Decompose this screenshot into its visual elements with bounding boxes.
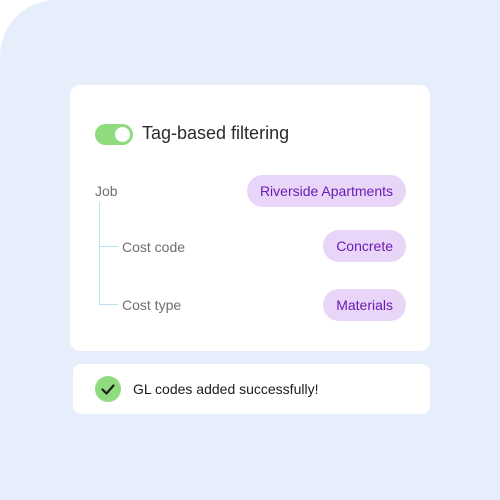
toggle-knob xyxy=(115,127,130,142)
job-tag[interactable]: Riverside Apartments xyxy=(246,175,406,207)
check-mark-icon xyxy=(101,384,115,395)
check-circle-icon xyxy=(95,376,121,402)
tree-connector-cost-code xyxy=(99,246,118,247)
cost-code-tag[interactable]: Concrete xyxy=(323,230,406,262)
tag-filter-card: Tag-based filtering Job Riverside Apartm… xyxy=(70,85,430,351)
tree-connector-cost-type xyxy=(99,304,118,305)
tree-connector-vertical xyxy=(99,202,100,304)
tag-filter-toggle[interactable] xyxy=(95,124,133,145)
toast-message: GL codes added successfully! xyxy=(133,381,319,397)
background-canvas: Tag-based filtering Job Riverside Apartm… xyxy=(0,0,500,500)
card-title: Tag-based filtering xyxy=(142,123,290,143)
cost-code-label: Cost code xyxy=(122,239,186,255)
cost-type-label: Cost type xyxy=(122,297,182,313)
success-toast: GL codes added successfully! xyxy=(73,364,430,414)
cost-type-tag[interactable]: Materials xyxy=(323,289,406,321)
job-label: Job xyxy=(95,183,118,199)
